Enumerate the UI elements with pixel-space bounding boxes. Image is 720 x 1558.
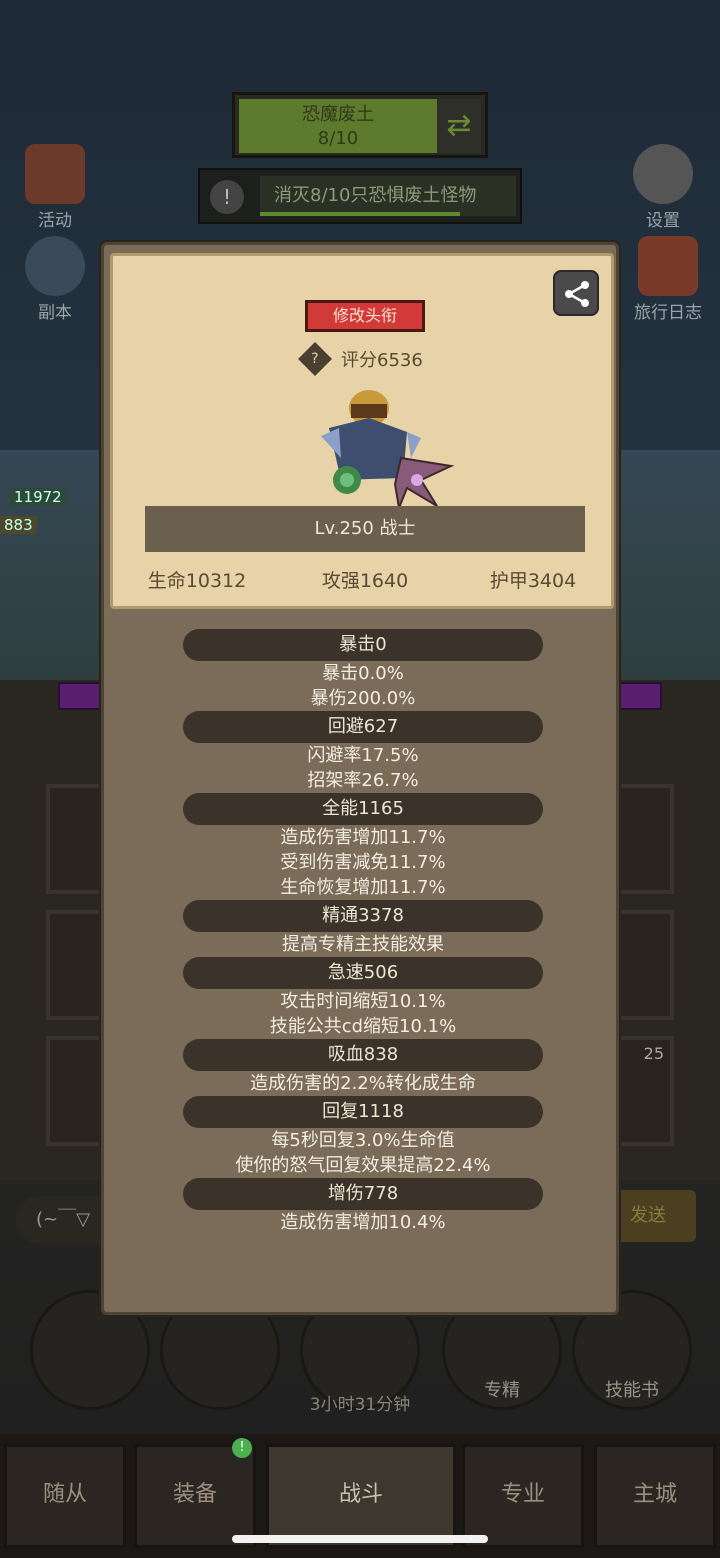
- chest-timer: 3小时31分钟: [309, 1395, 411, 1415]
- attack-stat: 攻强1640: [321, 570, 409, 592]
- attribute-header-damage-bonus: 增伤778: [183, 1178, 543, 1210]
- hp-tag: 11972: [10, 488, 66, 506]
- stage-name: 恐魔废土 8/10: [239, 99, 437, 153]
- event-label: 活动: [38, 211, 72, 231]
- armor-stat: 护甲3404: [489, 570, 577, 592]
- skill-card[interactable]: [46, 784, 106, 894]
- skill-card[interactable]: [614, 910, 674, 1020]
- dungeon-button[interactable]: 副本: [10, 236, 100, 323]
- character-stats-modal: 修改头衔 ? 评分6536 Lv.250 战士 生命10312 攻强1640 护…: [101, 242, 619, 1315]
- home-indicator[interactable]: [232, 1535, 488, 1543]
- nav-tab-equipment[interactable]: 装备: [134, 1444, 256, 1548]
- attribute-detail: 使你的怒气回复效果提高22.4%: [235, 1155, 491, 1176]
- nav-tab-profession[interactable]: 专业: [462, 1444, 584, 1548]
- quest-bar[interactable]: ! 消灭8/10只恐惧废土怪物: [198, 168, 522, 224]
- journal-label: 旅行日志: [634, 303, 702, 323]
- attribute-detail: 技能公共cd缩短10.1%: [269, 1016, 457, 1037]
- attribute-header-regen: 回复1118: [183, 1096, 543, 1128]
- settings-label: 设置: [646, 211, 680, 231]
- skill-card[interactable]: [46, 910, 106, 1020]
- attribute-header-versatility: 全能1165: [183, 793, 543, 825]
- base-stats-row: 生命10312 攻强1640 护甲3404: [113, 566, 617, 596]
- nav-tab-main-city[interactable]: 主城: [594, 1444, 716, 1548]
- attribute-detail: 暴击0.0%: [322, 663, 404, 684]
- dungeon-icon: [25, 236, 85, 296]
- attribute-detail: 暴伤200.0%: [310, 688, 416, 709]
- attribute-list: 暴击0 暴击0.0% 暴伤200.0% 回避627 闪避率17.5% 招架率26…: [104, 629, 622, 1235]
- attribute-detail: 攻击时间缩短10.1%: [280, 991, 446, 1012]
- nav-tab-followers[interactable]: 随从: [4, 1444, 126, 1548]
- help-icon[interactable]: ?: [298, 342, 332, 376]
- attribute-detail: 生命恢复增加11.7%: [280, 877, 446, 898]
- attribute-header-avoidance: 回避627: [183, 711, 543, 743]
- attribute-detail: 提高专精主技能效果: [282, 934, 444, 955]
- profile-header: 修改头衔 ? 评分6536 Lv.250 战士 生命10312 攻强1640 护…: [110, 253, 614, 609]
- attribute-detail: 造成伤害的2.2%转化成生命: [250, 1073, 476, 1094]
- share-icon[interactable]: [553, 270, 599, 316]
- skillbook-label: 技能书: [605, 1380, 659, 1401]
- stage-title: 恐魔废土: [302, 104, 374, 125]
- dungeon-label: 副本: [38, 303, 72, 323]
- book-icon: [638, 236, 698, 296]
- event-button[interactable]: 活动: [10, 144, 100, 231]
- attribute-detail: 闪避率17.5%: [307, 745, 419, 766]
- score-text: 评分6536: [341, 350, 423, 371]
- skill-card[interactable]: [46, 1036, 106, 1146]
- attribute-header-mastery: 精通3378: [183, 900, 543, 932]
- attribute-detail: 造成伤害增加11.7%: [280, 827, 446, 848]
- stage-panel[interactable]: 恐魔废土 8/10 ⇄: [232, 92, 488, 158]
- attribute-detail: 招架率26.7%: [307, 770, 419, 791]
- attribute-detail: 造成伤害增加10.4%: [280, 1212, 446, 1233]
- journal-button[interactable]: 旅行日志: [618, 236, 718, 323]
- attribute-detail: 受到伤害减免11.7%: [280, 852, 446, 873]
- notification-badge: !: [232, 1438, 252, 1458]
- hp-stat: 生命10312: [147, 570, 247, 592]
- settings-button[interactable]: 设置: [618, 144, 708, 231]
- exclamation-icon: !: [210, 180, 244, 214]
- rename-title-button[interactable]: 修改头衔: [305, 300, 425, 332]
- stage-progress: 8/10: [317, 128, 359, 149]
- gear-icon: [633, 144, 693, 204]
- hero-avatar: [311, 388, 461, 512]
- attribute-detail: 每5秒回复3.0%生命值: [271, 1130, 455, 1151]
- score-row: ? 评分6536: [298, 342, 463, 376]
- quest-text: 消灭8/10只恐惧废土怪物: [260, 176, 516, 216]
- refresh-icon[interactable]: ⇄: [437, 99, 481, 153]
- event-icon: [25, 144, 85, 204]
- attribute-header-leech: 吸血838: [183, 1039, 543, 1071]
- attribute-header-crit: 暴击0: [183, 629, 543, 661]
- skill-card[interactable]: [614, 784, 674, 894]
- skill-card[interactable]: 25: [614, 1036, 674, 1146]
- card-count: 25: [643, 1044, 664, 1063]
- quest-progress-bar: [260, 212, 460, 216]
- hp-tag-secondary: 883: [0, 516, 37, 534]
- specialization-label: 专精: [484, 1380, 520, 1401]
- level-class-banner: Lv.250 战士: [145, 506, 585, 552]
- nav-tab-battle[interactable]: 战斗: [266, 1444, 456, 1548]
- attribute-header-haste: 急速506: [183, 957, 543, 989]
